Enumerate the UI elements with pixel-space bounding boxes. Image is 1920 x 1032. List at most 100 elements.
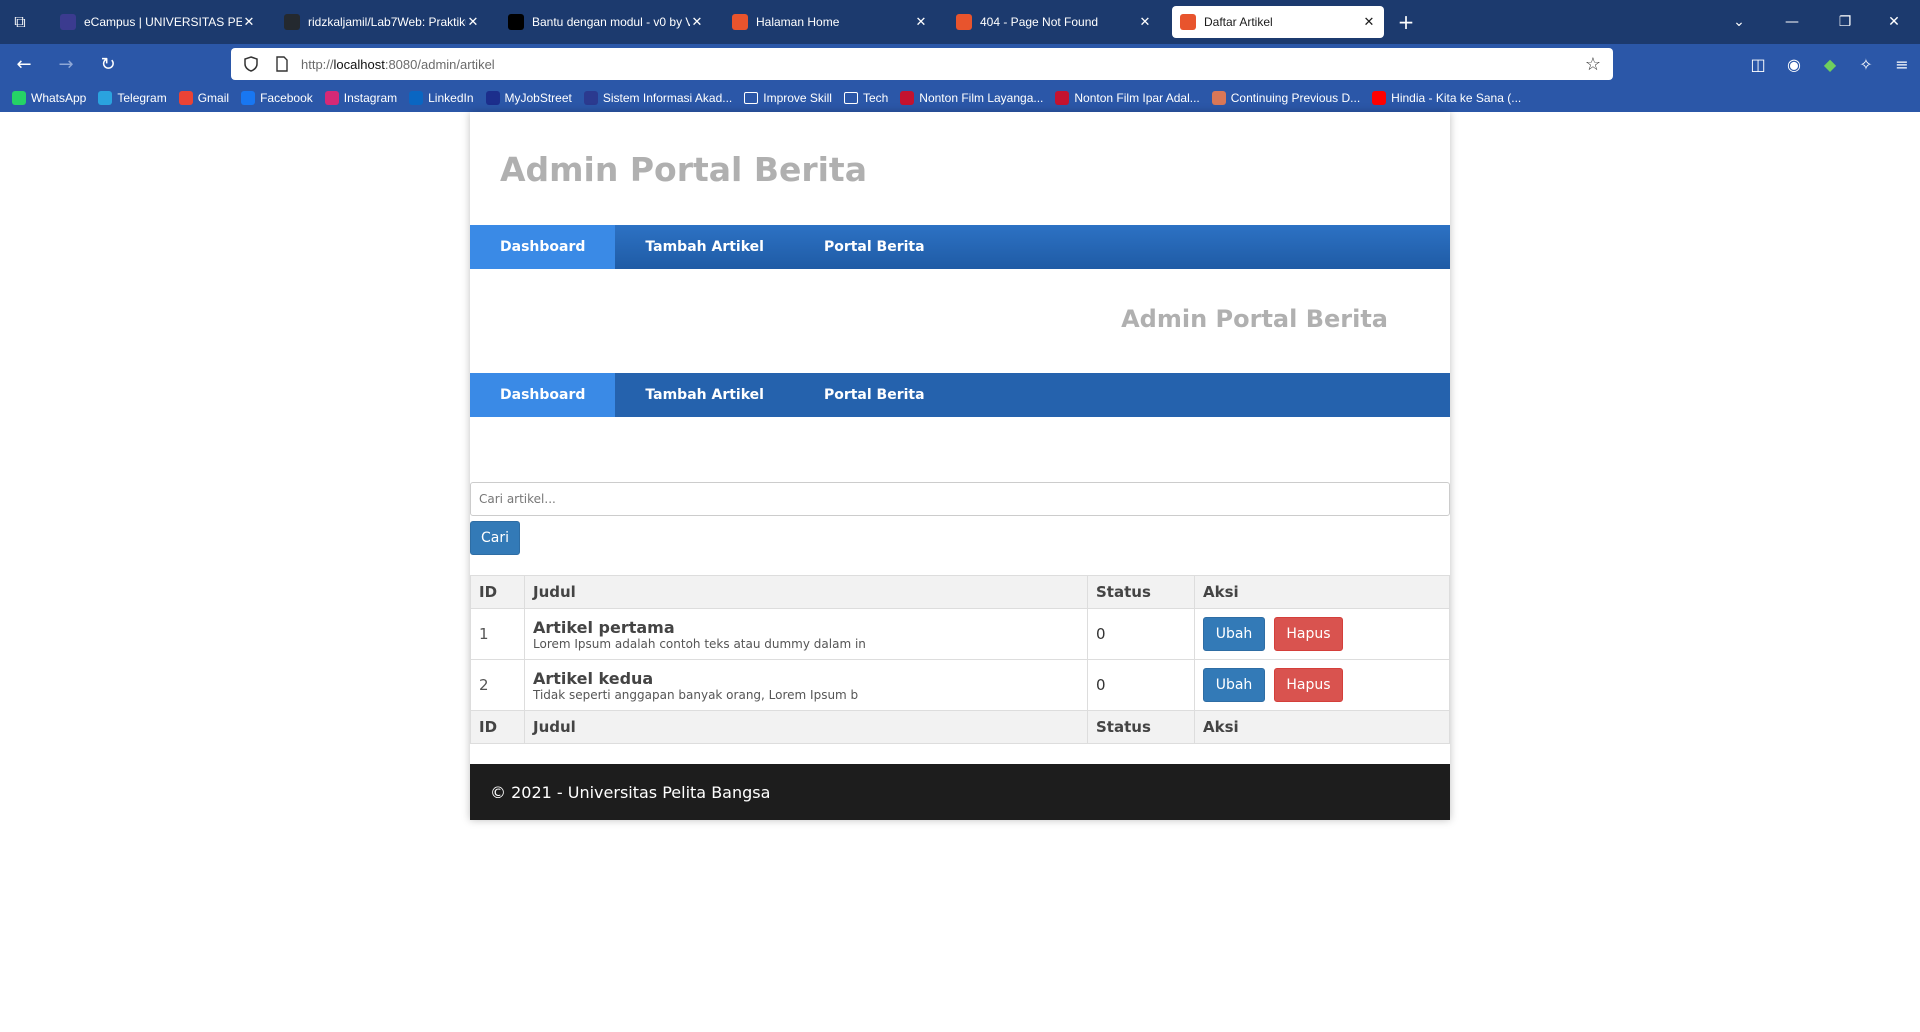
tab-title: Halaman Home	[756, 15, 840, 29]
bookmark-folder-improve-skill[interactable]: Improve Skill	[744, 91, 832, 105]
claude-icon	[1211, 91, 1226, 105]
bookmark-hindia[interactable]: Hindia - Kita ke Sana (...	[1372, 91, 1521, 105]
bookmark-label: WhatsApp	[31, 91, 87, 105]
article-table: ID Judul Status Aksi 1 Artikel pertama L…	[470, 575, 1450, 744]
shield-icon[interactable]	[243, 56, 259, 72]
bookmark-nonton-film-1[interactable]: Nonton Film Layanga...	[900, 91, 1043, 105]
minimize-icon[interactable]: —	[1762, 0, 1822, 44]
url-rest: :8080/admin/artikel	[384, 56, 495, 72]
address-bar[interactable]: http://localhost:8080/admin/artikel ☆	[231, 48, 1613, 80]
page-title: Admin Portal Berita	[500, 150, 867, 189]
bookmark-star-icon[interactable]: ☆	[1585, 54, 1601, 75]
account-icon[interactable]: ◉	[1776, 46, 1812, 82]
extension-badge-icon[interactable]: ◆	[1812, 46, 1848, 82]
back-icon[interactable]: ←	[6, 46, 42, 82]
extensions-icon[interactable]: ✧	[1848, 46, 1884, 82]
table-row: 1 Artikel pertama Lorem Ipsum adalah con…	[470, 608, 1450, 660]
bookmark-gmail[interactable]: Gmail	[178, 91, 229, 105]
bookmark-linkedin[interactable]: LinkedIn	[409, 91, 474, 105]
article-excerpt: Tidak seperti anggapan banyak orang, Lor…	[533, 687, 859, 702]
tab-favicon-icon	[1180, 14, 1196, 30]
tab-strip: eCampus | UNIVERSITAS PELITA BANGSA ✕ ri…	[40, 6, 1384, 38]
film-site-icon	[1055, 91, 1070, 105]
tab-list-icon[interactable]: ⧉	[0, 0, 40, 44]
browser-tab[interactable]: eCampus | UNIVERSITAS PELITA BANGSA ✕	[52, 6, 264, 38]
browser-tab[interactable]: ridzkaljamil/Lab7Web: Praktikum ✕	[276, 6, 488, 38]
tab-close-icon[interactable]: ✕	[466, 14, 480, 30]
reload-icon[interactable]: ↻	[90, 46, 126, 82]
tab-title: Bantu dengan modul - v0 by Vercel	[532, 15, 690, 29]
cell-id: 2	[470, 659, 525, 711]
bookmark-label: Instagram	[343, 91, 398, 105]
menu-tambah-artikel[interactable]: Tambah Artikel	[615, 225, 794, 269]
delete-button[interactable]: Hapus	[1274, 617, 1343, 651]
col-status: Status	[1087, 575, 1195, 609]
secondary-menu: Dashboard Tambah Artikel Portal Berita	[470, 373, 1450, 417]
browser-tab[interactable]: Halaman Home ✕	[724, 6, 936, 38]
cell-id: 1	[470, 608, 525, 660]
menu-dashboard[interactable]: Dashboard	[470, 225, 616, 269]
page-icon	[276, 56, 288, 72]
url-text[interactable]: http://localhost:8080/admin/artikel	[301, 57, 495, 72]
youtube-icon	[1372, 91, 1387, 105]
bookmark-continuing[interactable]: Continuing Previous D...	[1211, 91, 1360, 105]
table-header-row: ID Judul Status Aksi	[470, 575, 1450, 609]
linkedin-icon	[409, 91, 424, 105]
window-controls: ⌄ — ❐ ✕	[1716, 0, 1920, 44]
search-placeholder: Cari artikel...	[479, 492, 556, 506]
bookmark-whatsapp[interactable]: WhatsApp	[12, 91, 86, 105]
menu-tambah-artikel[interactable]: Tambah Artikel	[615, 373, 794, 417]
page-container: Admin Portal Berita Dashboard Tambah Art…	[470, 112, 1450, 820]
close-window-icon[interactable]: ✕	[1868, 0, 1920, 44]
tab-favicon-icon	[956, 14, 972, 30]
delete-button[interactable]: Hapus	[1274, 668, 1343, 702]
table-row: 2 Artikel kedua Tidak seperti anggapan b…	[470, 659, 1450, 711]
facebook-icon	[241, 91, 256, 105]
forward-icon[interactable]: →	[48, 46, 84, 82]
col-id: ID	[470, 575, 525, 609]
edit-button[interactable]: Ubah	[1203, 668, 1265, 702]
url-host: localhost	[333, 56, 385, 72]
tab-close-icon[interactable]: ✕	[242, 14, 256, 30]
bookmarks-bar: WhatsApp Telegram Gmail Facebook Instagr…	[0, 84, 1920, 112]
search-button[interactable]: Cari	[470, 521, 520, 555]
bookmark-label: LinkedIn	[428, 91, 474, 105]
bookmark-label: Tech	[862, 91, 889, 105]
col-aksi: Aksi	[1194, 710, 1450, 744]
tab-overflow-chevron-icon[interactable]: ⌄	[1716, 0, 1762, 44]
menu-dashboard[interactable]: Dashboard	[470, 373, 616, 417]
tab-title: Daftar Artikel	[1204, 15, 1273, 29]
tab-close-icon[interactable]: ✕	[1362, 14, 1376, 30]
col-id: ID	[470, 710, 525, 744]
new-tab-icon[interactable]: +	[1390, 6, 1422, 38]
pocket-icon[interactable]: ◫	[1740, 46, 1776, 82]
bookmark-facebook[interactable]: Facebook	[241, 91, 313, 105]
restore-icon[interactable]: ❐	[1822, 0, 1868, 44]
bookmark-nonton-film-2[interactable]: Nonton Film Ipar Adal...	[1055, 91, 1200, 105]
browser-tab[interactable]: Bantu dengan modul - v0 by Vercel ✕	[500, 6, 712, 38]
cell-aksi: Ubah Hapus	[1194, 659, 1450, 711]
browser-tab[interactable]: 404 - Page Not Found ✕	[948, 6, 1160, 38]
col-aksi: Aksi	[1194, 575, 1450, 609]
menu-icon[interactable]: ≡	[1884, 46, 1920, 82]
bookmark-label: MyJobStreet	[504, 91, 572, 105]
browser-tab-active[interactable]: Daftar Artikel ✕	[1172, 6, 1384, 38]
menu-portal-berita[interactable]: Portal Berita	[794, 225, 955, 269]
tab-close-icon[interactable]: ✕	[690, 14, 704, 30]
tab-bar: ⧉ eCampus | UNIVERSITAS PELITA BANGSA ✕ …	[0, 0, 1920, 44]
search-input[interactable]: Cari artikel...	[470, 482, 1450, 516]
tab-close-icon[interactable]: ✕	[1138, 14, 1152, 30]
folder-icon	[744, 92, 759, 104]
url-prefix: http://	[301, 56, 334, 72]
bookmark-folder-tech[interactable]: Tech	[843, 91, 889, 105]
row-actions: Ubah Hapus	[1203, 668, 1441, 702]
edit-button[interactable]: Ubah	[1203, 617, 1265, 651]
col-status: Status	[1087, 710, 1195, 744]
bookmark-telegram[interactable]: Telegram	[98, 91, 167, 105]
bookmark-myjobstreet[interactable]: MyJobStreet	[485, 91, 572, 105]
menu-portal-berita[interactable]: Portal Berita	[794, 373, 955, 417]
bookmark-sistem-informasi[interactable]: Sistem Informasi Akad...	[583, 91, 732, 105]
tab-close-icon[interactable]: ✕	[914, 14, 928, 30]
bookmark-label: Nonton Film Layanga...	[919, 91, 1044, 105]
bookmark-instagram[interactable]: Instagram	[324, 91, 398, 105]
